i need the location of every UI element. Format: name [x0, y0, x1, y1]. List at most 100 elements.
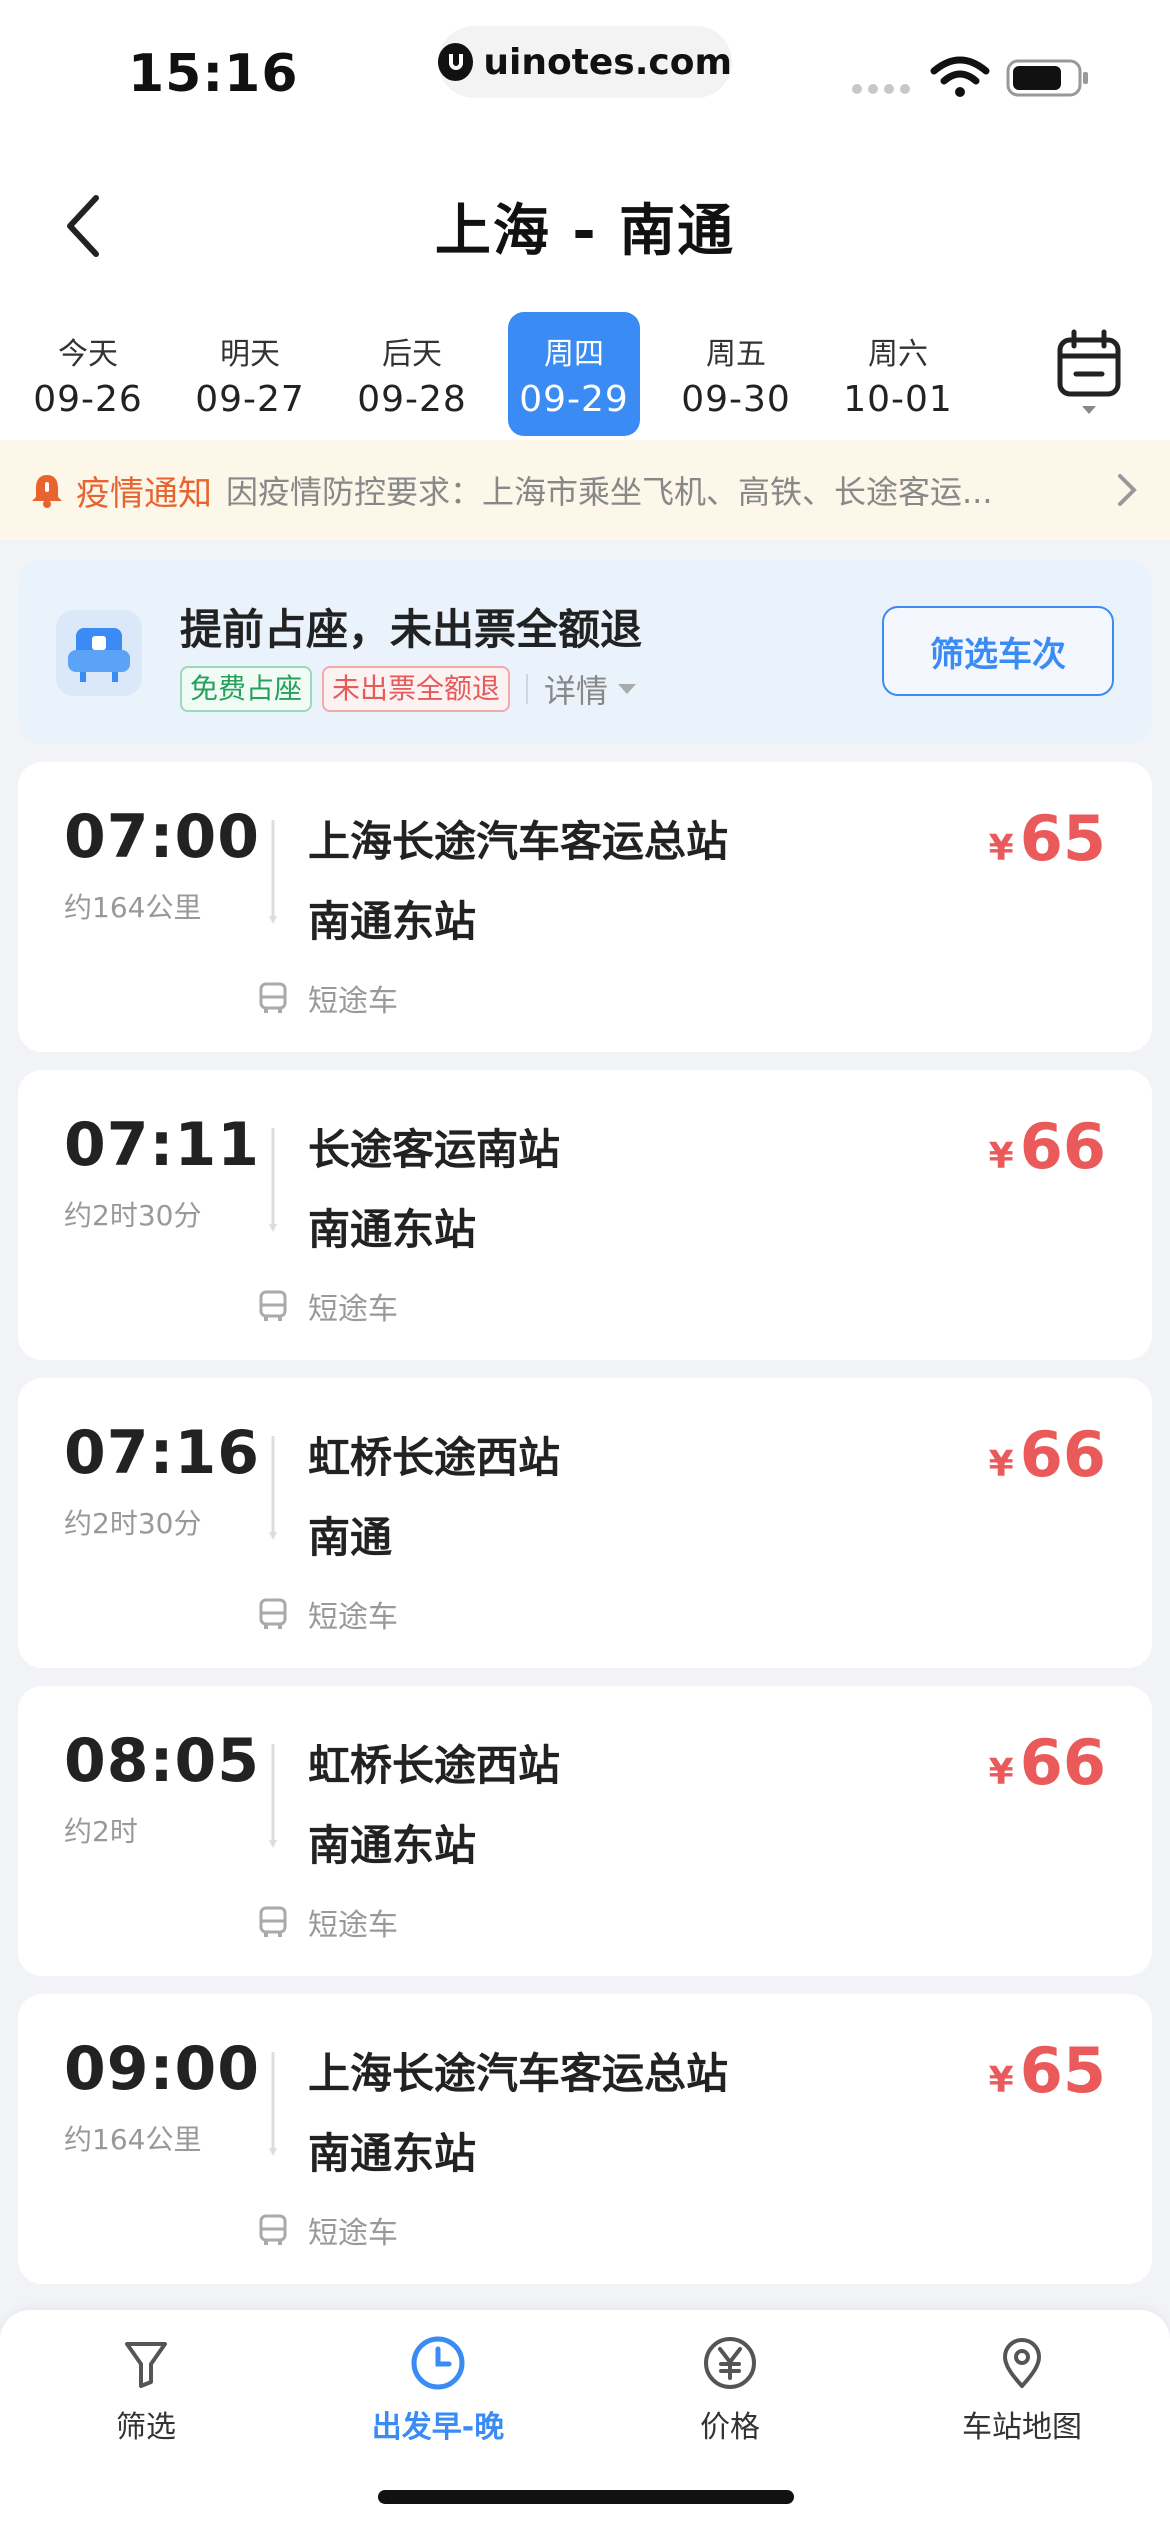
date-weekday: 明天 [220, 336, 280, 372]
ticket-price: ¥ 66 [989, 1110, 1106, 1183]
ticket-price: ¥ 66 [989, 1418, 1106, 1491]
price-amount: 66 [1019, 1110, 1106, 1183]
date-weekday: 今天 [58, 336, 118, 372]
bus-type: 短途车 [256, 1284, 398, 1328]
date-item-friday[interactable]: 周五 09-30 [670, 312, 802, 436]
details-label: 详情 [544, 672, 609, 710]
divider [526, 674, 529, 704]
bus-icon [259, 2214, 287, 2245]
home-indicator [378, 2490, 794, 2504]
arrival-station: 南通东站 [308, 2129, 477, 2178]
route-line [269, 820, 277, 924]
date-item-tomorrow[interactable]: 明天 09-27 [184, 312, 316, 436]
trip-duration: 约164公里 [64, 891, 202, 924]
date-item-today[interactable]: 今天 09-26 [22, 312, 154, 436]
ticket-price: ¥ 66 [989, 1726, 1106, 1799]
promo-tags: 免费占座 未出票全额退 详情 [180, 666, 638, 712]
tab-label: 价格 [700, 2410, 760, 2445]
notice-title: 疫情通知 [76, 473, 212, 514]
price-amount: 65 [1019, 802, 1106, 875]
currency-symbol: ¥ [988, 1752, 1014, 1793]
url-pill[interactable]: uinotes.com [438, 26, 732, 98]
date-weekday: 周五 [706, 336, 766, 372]
bus-type-label: 短途车 [308, 1908, 398, 1943]
currency-symbol: ¥ [988, 1444, 1014, 1485]
bus-icon [259, 1598, 287, 1629]
tab-departure-time[interactable]: 出发早-晚 [328, 2334, 548, 2446]
url-text: uinotes.com [483, 41, 732, 83]
departure-station: 长途客运南站 [308, 1125, 561, 1174]
date-value: 09-29 [519, 378, 629, 420]
tab-label: 车站地图 [962, 2410, 1082, 2445]
filter-trains-button[interactable]: 筛选车次 [882, 606, 1114, 696]
trip-card[interactable]: 09:00 约164公里 上海长途汽车客运总站 南通东站 短途车 ¥ 65 [18, 1994, 1152, 2284]
date-item-day-after[interactable]: 后天 09-28 [346, 312, 478, 436]
date-item-selected[interactable]: 周四 09-29 [508, 312, 640, 436]
yen-icon [704, 2337, 756, 2389]
currency-symbol: ¥ [988, 2060, 1014, 2101]
status-time: 15:16 [128, 44, 299, 104]
date-value: 10-01 [843, 378, 953, 420]
trip-card[interactable]: 07:16 约2时30分 虹桥长途西站 南通 短途车 ¥ 66 [18, 1378, 1152, 1668]
departure-time: 07:16 [64, 1418, 260, 1488]
map-pin-icon [1003, 2338, 1041, 2388]
date-item-partial[interactable]: 1 [994, 312, 1040, 436]
trip-duration: 约2时30分 [64, 1507, 202, 1540]
caret-down-icon [618, 684, 637, 694]
site-logo-icon [438, 43, 474, 81]
status-bar: 15:16 uinotes.com [0, 0, 1170, 150]
route-line [269, 1436, 277, 1540]
date-weekday: 周四 [544, 336, 604, 372]
date-selector: 今天 09-26 明天 09-27 后天 09-28 周四 09-29 周五 0… [0, 312, 1040, 436]
price-amount: 66 [1019, 1418, 1106, 1491]
bus-type-label: 短途车 [308, 984, 398, 1019]
ticket-price: ¥ 65 [989, 802, 1106, 875]
bus-type-label: 短途车 [308, 1600, 398, 1635]
date-value: 09-27 [195, 378, 305, 420]
date-value: 09-26 [33, 378, 143, 420]
arrival-station: 南通东站 [308, 897, 477, 946]
trip-duration: 约2时30分 [64, 1199, 202, 1232]
departure-time: 07:00 [64, 802, 260, 872]
date-value: 09-28 [357, 378, 467, 420]
departure-station: 虹桥长途西站 [308, 1741, 561, 1790]
currency-symbol: ¥ [988, 828, 1014, 869]
date-item-saturday[interactable]: 周六 10-01 [832, 312, 964, 436]
trip-duration: 约2时 [64, 1815, 138, 1848]
date-weekday: 周六 [868, 336, 928, 372]
trip-card[interactable]: 07:00 约164公里 上海长途汽车客运总站 南通东站 短途车 ¥ 65 [18, 762, 1152, 1052]
date-value: 09-30 [681, 378, 791, 420]
bus-icon [259, 1290, 287, 1321]
epidemic-notice-bar[interactable]: 疫情通知 因疫情防控要求：上海市乘坐飞机、高铁、长途客运... [0, 440, 1170, 540]
tab-label: 筛选 [116, 2410, 176, 2445]
departure-time: 08:05 [64, 1726, 260, 1796]
calendar-icon[interactable] [1050, 326, 1134, 426]
route-line [269, 2052, 277, 2156]
tab-station-map[interactable]: 车站地图 [912, 2334, 1132, 2446]
free-reservation-tag: 免费占座 [180, 666, 313, 712]
bus-type-label: 短途车 [308, 1292, 398, 1327]
tab-price[interactable]: 价格 [620, 2334, 840, 2446]
bus-type: 短途车 [256, 976, 398, 1020]
departure-station: 上海长途汽车客运总站 [308, 2049, 729, 2098]
promo-title: 提前占座，未出票全额退 [180, 605, 643, 654]
trip-duration: 约164公里 [64, 2123, 202, 2156]
bus-icon [259, 982, 287, 1013]
wifi-icon [930, 56, 990, 97]
arrival-station: 南通 [308, 1513, 393, 1562]
bell-icon [32, 475, 62, 508]
route-line [269, 1128, 277, 1232]
seat-reservation-promo: 提前占座，未出票全额退 免费占座 未出票全额退 详情 筛选车次 [18, 560, 1152, 744]
bus-type: 短途车 [256, 2208, 398, 2252]
tab-filter[interactable]: 筛选 [36, 2334, 256, 2446]
bus-type: 短途车 [256, 1592, 398, 1636]
date-weekday: 后天 [382, 336, 442, 372]
details-toggle[interactable]: 详情 [544, 666, 638, 712]
trip-card[interactable]: 07:11 约2时30分 长途客运南站 南通东站 短途车 ¥ 66 [18, 1070, 1152, 1360]
tab-label: 出发早-晚 [371, 2410, 505, 2445]
clock-icon [411, 2336, 465, 2390]
trip-card[interactable]: 08:05 约2时 虹桥长途西站 南通东站 短途车 ¥ 66 [18, 1686, 1152, 1976]
currency-symbol: ¥ [988, 1136, 1014, 1177]
price-amount: 66 [1019, 1726, 1106, 1799]
bus-type: 短途车 [256, 1900, 398, 1944]
